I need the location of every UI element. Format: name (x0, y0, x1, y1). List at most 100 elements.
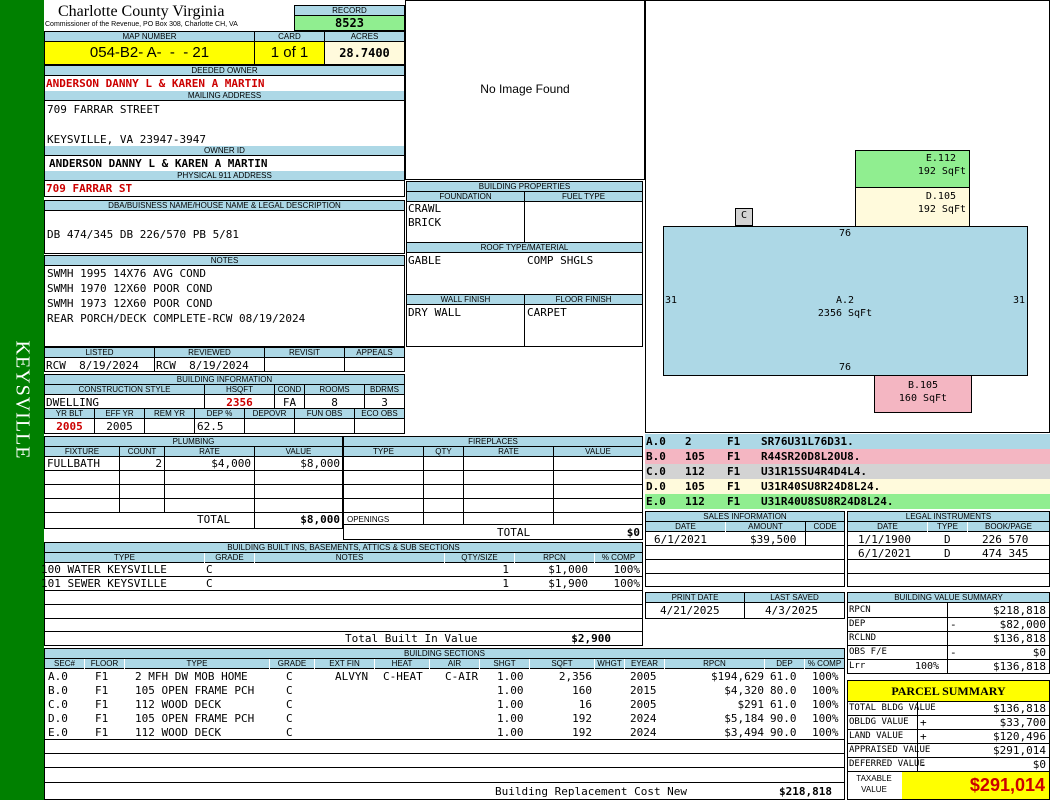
rooms-label: ROOMS (305, 385, 364, 395)
sec-h-heat: HEAT (375, 659, 429, 669)
ps-sign: + (920, 716, 927, 729)
effyr-value: 2005 (106, 420, 133, 433)
sec-cell-comp: 100% (812, 698, 839, 711)
sec-cell-dep: 90.0 (770, 726, 797, 739)
sec-cell-comp: 100% (812, 670, 839, 683)
card-label: CARD (255, 32, 324, 42)
table-row: C.0 F1 112 WOOD DECK C 1.00 16 2005 $291… (45, 698, 844, 712)
sec-cell-ext: ALVYN (335, 670, 369, 683)
sec-cell-floor: F1 (95, 670, 109, 683)
ps-value: $136,818 (993, 702, 1046, 715)
map-label: MAP NUMBER (45, 32, 254, 42)
yrblt-label: YR BLT (45, 409, 94, 419)
sketch-d-name: D.105 (925, 191, 956, 202)
sec-h-floor: FLOOR (85, 659, 124, 669)
sec-cell-shgt: 1.00 (497, 726, 524, 739)
vs-key: RCLND (849, 633, 877, 643)
ps-key: LAND VALUE (849, 731, 904, 741)
commissioner-text: Commissioner of the Revenue, PO Box 308,… (45, 21, 238, 28)
plumb-count: 2 (155, 457, 162, 470)
fire-total-label: TOTAL (497, 526, 531, 539)
sec-h-rpcn: RPCN (665, 659, 764, 669)
depovr-label: DEPOVR (245, 409, 294, 419)
record-label: RECORD (295, 6, 404, 16)
table-row: B.0 F1 105 OPEN FRAME PCH C 1.00 160 201… (45, 684, 844, 698)
appeals-label: APPEALS (345, 348, 404, 358)
sec-cell-shgt: 1.00 (497, 670, 524, 683)
sketch-a-left: 31 (665, 295, 678, 306)
sec-cell-dep: 61.0 (770, 670, 797, 683)
wall-label: WALL FINISH (407, 295, 524, 305)
ps-sign: - (920, 758, 927, 771)
taxable-value: $291,014 (902, 772, 1049, 799)
plumb-fixture: FULLBATH (47, 457, 100, 470)
sec-cell-floor: F1 (95, 684, 109, 697)
sec-cell-grade: C (286, 684, 293, 697)
legal-h-type: TYPE (928, 522, 967, 532)
table-row: A.0 F1 2 MFH DW MOB HOME C ALVYN C-HEAT … (45, 670, 844, 684)
sections-label: BUILDING SECTIONS (45, 649, 844, 659)
deeded-owner-value: ANDERSON DANNY L & KAREN A MARTIN (46, 77, 265, 90)
sec-cell-type: 112 WOOD DECK (135, 726, 222, 739)
mailing-line1: 709 FARRAR STREET (47, 103, 160, 116)
ps-value: $33,700 (999, 716, 1046, 729)
sec-cell-type: 105 OPEN FRAME PCH (135, 712, 255, 725)
bi-row-qty: 1 (502, 563, 509, 576)
sec-cell-dep: 80.0 (770, 684, 797, 697)
table-row: E.0 F1 112 WOOD DECK C 1.00 192 2024 $3,… (45, 726, 844, 740)
sec-cell-rpcn: $291 (737, 698, 765, 711)
code-num: 112 (685, 495, 705, 508)
plumb-h-rate: RATE (165, 447, 254, 457)
sec-h-sec: SEC# (45, 659, 84, 669)
vs-key: DEP (849, 619, 866, 629)
sec-cell-comp: 100% (812, 726, 839, 739)
sketch-a-area: 2356 SqFt (817, 308, 873, 319)
sec-cell-sqft: 160 (572, 684, 592, 697)
notes-line-1: SWMH 1995 14X76 AVG COND (47, 267, 206, 280)
vs-key: RPCN (849, 605, 871, 615)
vs-pct: 100% (915, 661, 940, 672)
notes-line-4: REAR PORCH/DECK COMPLETE-RCW 08/19/2024 (47, 312, 306, 325)
bi-h-comp: % COMP (595, 553, 642, 563)
no-image-text: No Image Found (480, 82, 570, 96)
taxable-label-2: VALUE (861, 785, 887, 794)
building-info-label: BUILDING INFORMATION (45, 375, 404, 385)
owner-id-value: ANDERSON DANNY L & KAREN A MARTIN (49, 157, 268, 170)
sec-cell-sqft: 2,356 (558, 670, 592, 683)
code-fl: F1 (727, 450, 741, 463)
plumb-total: $8,000 (300, 513, 340, 526)
sketch-a-bottom: 76 (838, 362, 852, 373)
code-fl: F1 (727, 465, 741, 478)
sections-total-label: Building Replacement Cost New (495, 785, 688, 798)
vs-key: OBS F/E (849, 647, 887, 657)
dba-value: DB 474/345 DB 226/570 PB 5/81 (47, 228, 240, 241)
sec-cell-eyear: 2024 (630, 726, 657, 739)
plumb-total-label: TOTAL (197, 513, 231, 526)
sec-cell-heat: C-HEAT (383, 670, 423, 683)
sec-cell-type: 105 OPEN FRAME PCH (135, 684, 255, 697)
plumb-h-value: VALUE (255, 447, 342, 457)
effyr-label: EFF YR (95, 409, 144, 419)
code-sec: D.0 (646, 480, 666, 493)
sketch-e-name: E.112 (925, 153, 956, 164)
bi-h-type: TYPE (45, 553, 204, 563)
print-label: PRINT DATE (646, 593, 744, 603)
fuel-label: FUEL TYPE (525, 192, 642, 202)
sec-cell-type: 112 WOOD DECK (135, 698, 222, 711)
sec-cell-eyear: 2015 (630, 684, 657, 697)
ps-key: OBLDG VALUE (849, 717, 909, 727)
plumb-value: $8,000 (300, 457, 340, 470)
code-fl: F1 (727, 495, 741, 508)
sec-cell-sec: A.0 (48, 670, 68, 683)
cond-label: COND (275, 385, 304, 395)
wall-value: DRY WALL (408, 306, 461, 319)
sec-cell-shgt: 1.00 (497, 712, 524, 725)
hsqft-label: HSQFT (205, 385, 274, 395)
sec-h-type: TYPE (125, 659, 269, 669)
code-sec: A.0 (646, 435, 666, 448)
card-value: 1 of 1 (255, 42, 324, 64)
sec-cell-floor: F1 (95, 712, 109, 725)
ps-sign: + (920, 730, 927, 743)
vs-sign: - (950, 646, 957, 659)
bi-row-type: 101 SEWER KEYSVILLE (41, 577, 167, 590)
